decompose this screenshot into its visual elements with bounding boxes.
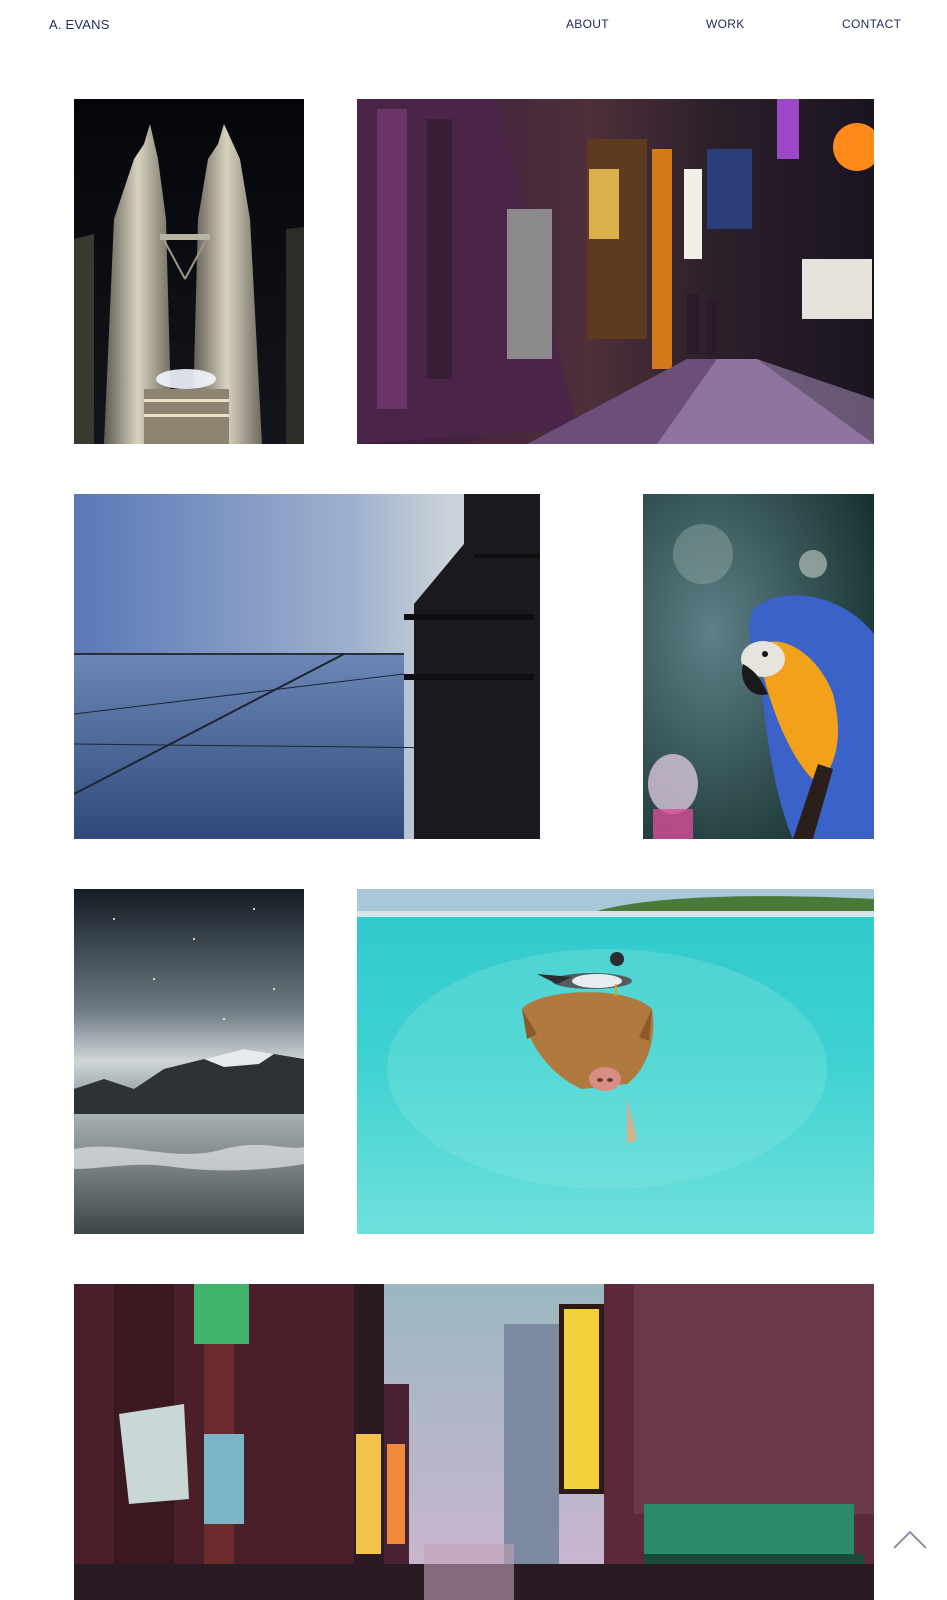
- gallery-photo-swimming-pig[interactable]: [357, 889, 874, 1234]
- nav-contact-link[interactable]: CONTACT: [842, 17, 901, 31]
- chevron-up-icon: [893, 1530, 927, 1549]
- gallery-photo-mountains[interactable]: [74, 889, 304, 1234]
- gallery-photo-neon-alley[interactable]: [357, 99, 874, 444]
- nav-work-link[interactable]: WORK: [706, 17, 745, 31]
- site-header: A. EVANS ABOUT WORK CONTACT: [0, 0, 947, 50]
- scroll-to-top-button[interactable]: [890, 1526, 930, 1552]
- brand-logo[interactable]: A. EVANS: [49, 17, 110, 32]
- gallery-photo-glass-building[interactable]: [74, 494, 540, 839]
- gallery-photo-neon-street[interactable]: [74, 1284, 874, 1600]
- gallery-photo-macaw[interactable]: [643, 494, 874, 839]
- gallery-photo-twin-towers[interactable]: [74, 99, 304, 444]
- nav-about-link[interactable]: ABOUT: [566, 17, 609, 31]
